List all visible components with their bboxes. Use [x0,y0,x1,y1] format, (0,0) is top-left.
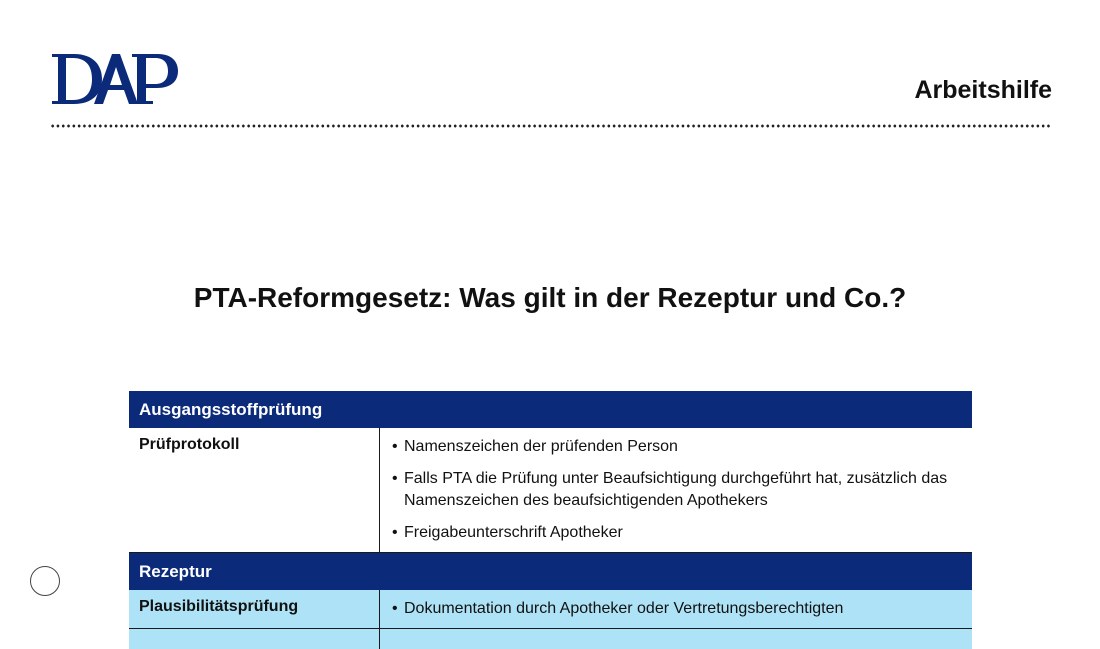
list-item: Falls PTA die Prüfung unter Beaufsichtig… [392,468,962,512]
info-table: Ausgangsstoffprüfung Prüfprotokoll Namen… [129,391,972,649]
row-value: Dokumentation durch Apotheker oder Vertr… [380,590,972,628]
document-type-label: Arbeitshilfe [914,76,1052,104]
page-title: PTA-Reformgesetz: Was gilt in der Rezept… [193,282,907,313]
section-heading-ausgangsstoffpruefung: Ausgangsstoffprüfung [129,391,972,428]
row-value: Namenszeichen der prüfenden Person Falls… [380,428,972,552]
row-value-empty [380,629,972,649]
list-item: Dokumentation durch Apotheker oder Vertr… [392,598,962,620]
radio-circle[interactable] [30,566,60,596]
dotted-divider [50,124,1052,128]
row-key: Plausibilitätsprüfung [129,590,380,628]
table-row: Prüfprotokoll Namenszeichen der prüfende… [129,428,972,553]
row-key: Prüfprotokoll [129,428,380,552]
list-item: Freigabeunterschrift Apotheker [392,522,962,544]
dap-logo: DAP [52,54,178,104]
row-key-empty [129,629,380,649]
table-row-partial [129,629,972,649]
list-item: Namenszeichen der prüfenden Person [392,436,962,458]
section-heading-rezeptur: Rezeptur [129,553,972,590]
table-row: Plausibilitätsprüfung Dokumentation durc… [129,590,972,629]
